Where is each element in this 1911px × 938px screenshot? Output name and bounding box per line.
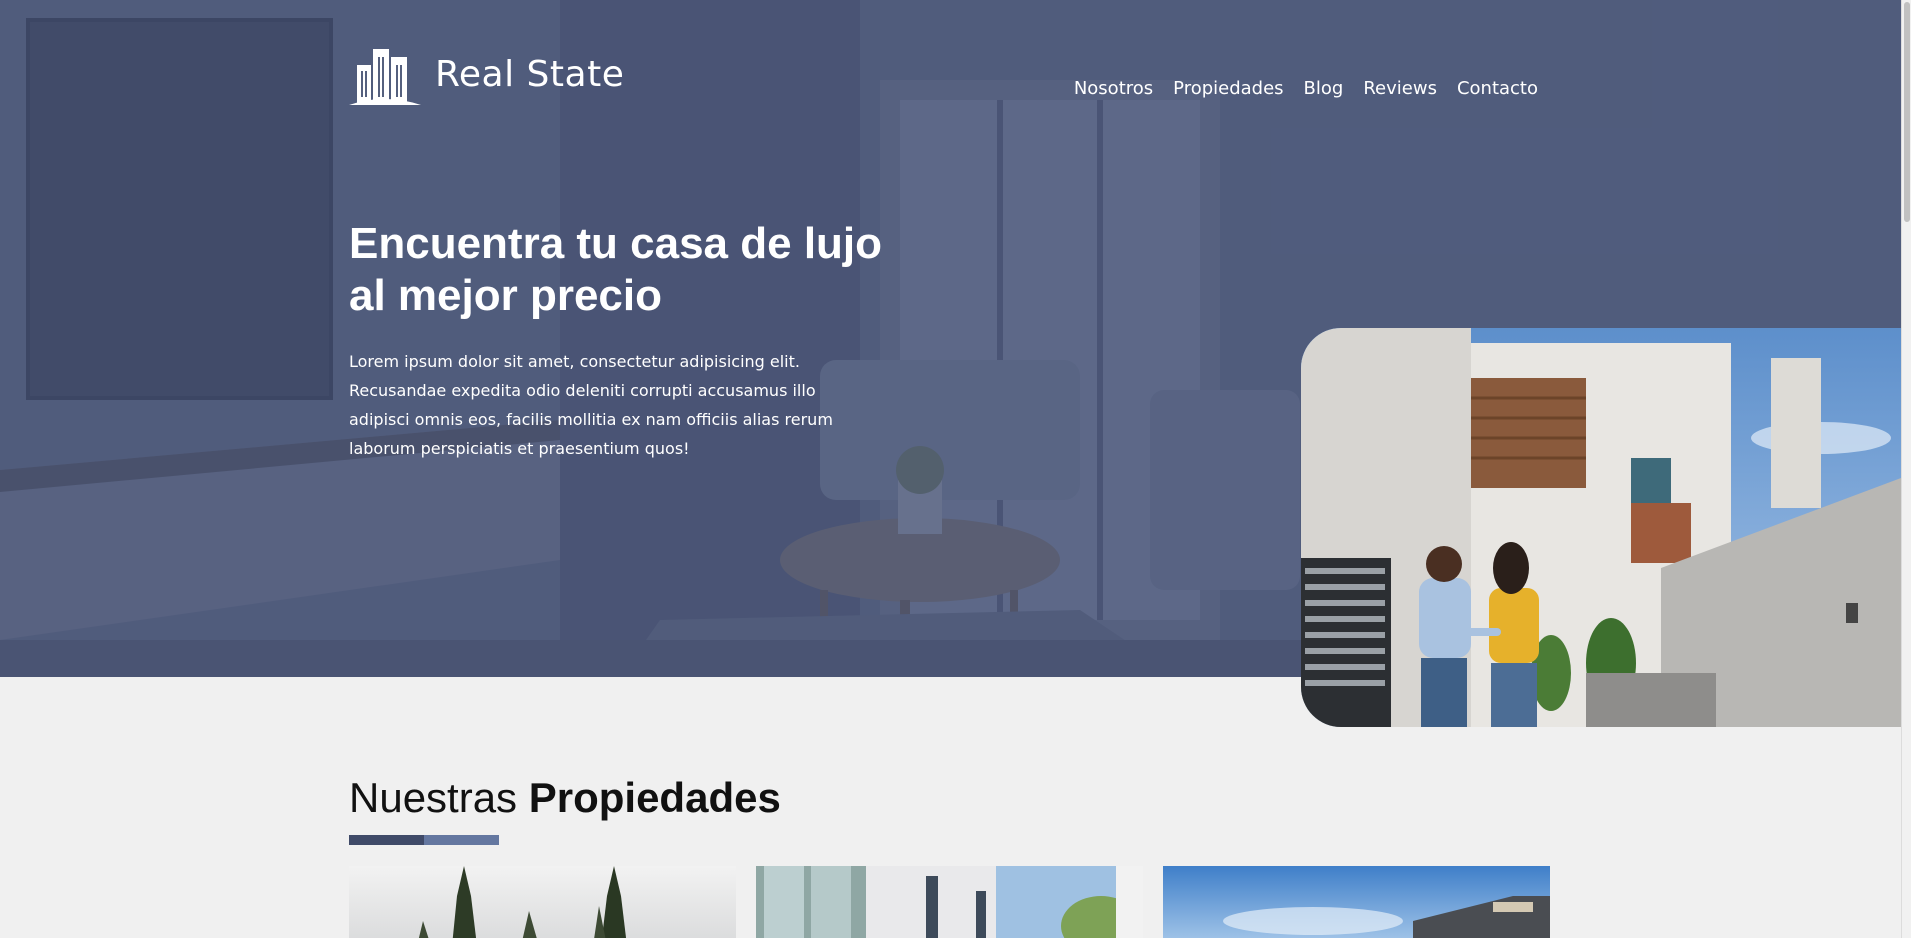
main-nav: Nosotros Propiedades Blog Reviews Contac… <box>1074 78 1538 99</box>
property-house-sky-photo <box>1163 866 1550 938</box>
title-underline <box>349 835 499 845</box>
property-card[interactable] <box>1163 866 1550 938</box>
property-card[interactable] <box>756 866 1143 938</box>
title-underline-light <box>424 835 499 845</box>
section-title-light: Nuestras <box>349 774 518 821</box>
page: Real State Nosotros Propiedades Blog Rev… <box>0 0 1911 938</box>
logo[interactable]: Real State <box>349 43 624 105</box>
section-title-bold: Propiedades <box>528 774 781 821</box>
nav-item-reviews[interactable]: Reviews <box>1363 78 1437 99</box>
property-cards <box>349 866 1550 938</box>
nav-item-contacto[interactable]: Contacto <box>1457 78 1538 99</box>
nav-item-nosotros[interactable]: Nosotros <box>1074 78 1153 99</box>
couple-house-photo <box>1301 328 1901 727</box>
property-card[interactable] <box>349 866 736 938</box>
brand-name: Real State <box>435 53 625 95</box>
property-trees-photo <box>349 866 736 938</box>
section-title: Nuestras Propiedades <box>349 774 781 822</box>
hero-title: Encuentra tu casa de lujo al mejor preci… <box>349 219 883 320</box>
scrollbar[interactable] <box>1901 0 1911 938</box>
title-underline-dark <box>349 835 424 845</box>
property-modern-building-photo <box>756 866 1143 938</box>
hero-description: Lorem ipsum dolor sit amet, consectetur … <box>349 352 833 458</box>
nav-item-propiedades[interactable]: Propiedades <box>1173 78 1283 99</box>
buildings-icon <box>349 49 421 105</box>
scrollbar-thumb[interactable] <box>1904 2 1910 222</box>
nav-item-blog[interactable]: Blog <box>1304 78 1344 99</box>
